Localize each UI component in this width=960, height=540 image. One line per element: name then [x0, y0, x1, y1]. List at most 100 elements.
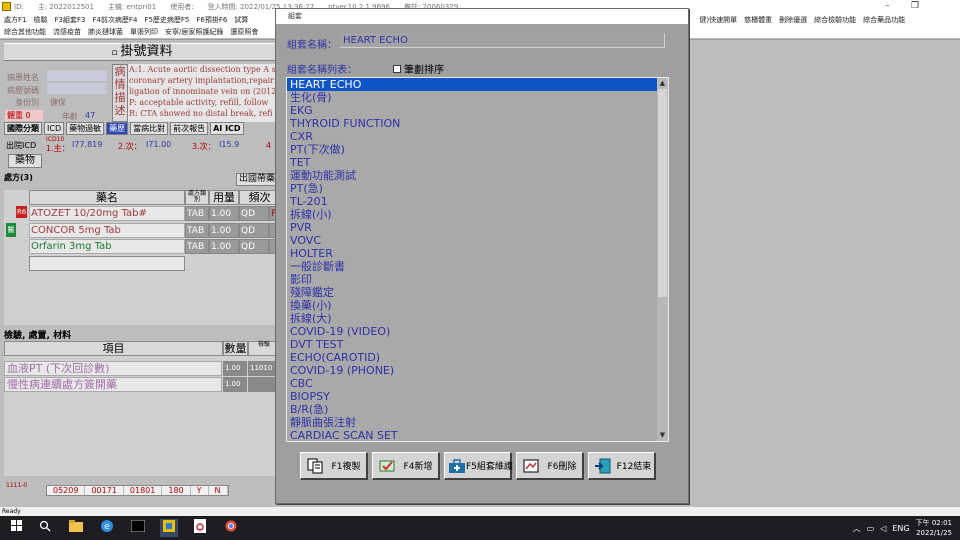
- tab-intl-class[interactable]: 國際分類: [4, 122, 42, 135]
- set-list[interactable]: HEART ECHO 生化(骨) EKG THYROID FUNCTION CXR PT(…: [286, 77, 669, 442]
- set-list-item[interactable]: VOVC: [287, 234, 658, 247]
- rx-drug-name[interactable]: ATOZET 10/20mg Tab#: [29, 206, 185, 221]
- set-list-item[interactable]: TET: [287, 156, 658, 169]
- rx-drug-name[interactable]: Orfarin 3mg Tab: [29, 239, 185, 254]
- add-button[interactable]: F4新增: [372, 452, 440, 480]
- set-list-item[interactable]: COVID-19 (PHONE): [287, 364, 658, 377]
- rx-dose[interactable]: 1.00: [209, 223, 239, 238]
- exam-item-name[interactable]: 慢性病連續處方簽開藥: [4, 377, 222, 392]
- set-list-item[interactable]: HOLTER: [287, 247, 658, 260]
- set-list-item[interactable]: 一般診斷書: [287, 260, 658, 273]
- menu-print[interactable]: 單張列印: [130, 27, 158, 37]
- exit-button[interactable]: F12結束: [588, 452, 656, 480]
- menu-weight[interactable]: 慈櫃體重: [744, 15, 772, 25]
- menu-prev-record[interactable]: F4前次病歷F4: [92, 15, 137, 25]
- set-list-item[interactable]: PT(下次做): [287, 143, 658, 156]
- scroll-down-icon[interactable]: ▼: [657, 430, 668, 441]
- rx-dose[interactable]: 1.00: [209, 206, 239, 221]
- set-list-item[interactable]: BIOPSY: [287, 390, 658, 403]
- menu-other-functions[interactable]: 綜合其他功能: [4, 27, 46, 37]
- set-list-item[interactable]: PVR: [287, 221, 658, 234]
- menu-flu-vaccine[interactable]: 流感疫苗: [53, 27, 81, 37]
- set-list-item[interactable]: CXR: [287, 130, 658, 143]
- set-list-item[interactable]: CARDIAC SCAN SET: [287, 429, 658, 441]
- set-list-item[interactable]: ECHO(CAROTID): [287, 351, 658, 364]
- set-list-item[interactable]: PT(急): [287, 182, 658, 195]
- start-icon[interactable]: [8, 519, 26, 537]
- rx-freq[interactable]: QD: [239, 223, 269, 238]
- network-icon[interactable]: ▭: [867, 524, 875, 533]
- set-list-item[interactable]: B/R(急): [287, 403, 658, 416]
- menu-pre-reg[interactable]: F6預掛F6: [196, 15, 227, 25]
- menu-calc[interactable]: 試算: [234, 15, 248, 25]
- abroad-meds-button[interactable]: 出國帶藥: [236, 173, 276, 186]
- exam-qty[interactable]: 1.00: [223, 361, 247, 376]
- chevron-up-icon[interactable]: ︿: [853, 523, 861, 534]
- menu-set[interactable]: F3組套F3: [54, 15, 85, 25]
- set-list-item[interactable]: DVT TEST: [287, 338, 658, 351]
- scroll-thumb[interactable]: [658, 89, 667, 297]
- icd-main-value[interactable]: I77.819: [72, 140, 102, 149]
- rx-row[interactable]: R6 ATOZET 10/20mg Tab# TAB 1.00 QD P: [4, 206, 280, 221]
- menu-rx[interactable]: 處方F1: [4, 15, 26, 25]
- edge-browser-icon[interactable]: e: [98, 519, 116, 537]
- file-explorer-icon[interactable]: [67, 519, 85, 537]
- exam-qty[interactable]: 1.00: [223, 377, 247, 392]
- tab-medication[interactable]: 藥物: [8, 154, 42, 168]
- menu-pneumococcus[interactable]: 肺炎鏈球菌: [88, 27, 123, 37]
- set-list-item[interactable]: 殘障鑑定: [287, 286, 658, 299]
- list-scrollbar[interactable]: ▲ ▼: [657, 78, 668, 441]
- tab-drug-history[interactable]: 藥歷: [106, 122, 129, 135]
- tab-ai-icd[interactable]: AI ICD: [210, 122, 244, 135]
- exam-row[interactable]: 血液PT (下次回診數) 1.00 11010: [4, 361, 280, 376]
- search-icon[interactable]: [36, 519, 54, 537]
- his-app-icon[interactable]: [160, 519, 178, 537]
- terminal-icon[interactable]: [129, 519, 147, 537]
- delete-button[interactable]: F6刪除: [516, 452, 584, 480]
- set-list-item[interactable]: 靜脈曲張注射: [287, 416, 658, 429]
- tab-compare[interactable]: 當病比對: [130, 122, 169, 135]
- menu-del-fav[interactable]: 刪除優選: [779, 15, 807, 25]
- icd-second-value[interactable]: I71.00: [146, 140, 171, 149]
- set-list-item[interactable]: 運動功能測試: [287, 169, 658, 182]
- menu-history[interactable]: F5歷史病歷F5: [144, 15, 189, 25]
- menu-lab[interactable]: 檢驗: [33, 15, 47, 25]
- set-list-item[interactable]: 換藥(小): [287, 299, 658, 312]
- menu-hospice[interactable]: 安寧/居家照護紀錄: [165, 27, 223, 37]
- checkbox-icon[interactable]: [393, 64, 401, 73]
- menu-restore-consult[interactable]: 還原照會: [230, 27, 258, 37]
- rx-row[interactable]: CONCOR 5mg Tab TAB 1.00 QD: [4, 223, 280, 238]
- tab-prev-report[interactable]: 前次報告: [170, 122, 209, 135]
- set-name-input[interactable]: [340, 33, 665, 48]
- rx-dose[interactable]: 1.00: [209, 239, 239, 254]
- rx-route[interactable]: TAB: [185, 239, 209, 254]
- minimize-button[interactable]: –: [885, 1, 890, 11]
- set-list-item[interactable]: TL-201: [287, 195, 658, 208]
- rx-drug-name[interactable]: CONCOR 5mg Tab: [29, 223, 185, 238]
- rx-freq[interactable]: QD: [239, 206, 269, 221]
- scroll-up-icon[interactable]: ▲: [657, 78, 668, 89]
- menu-drug-functions[interactable]: 綜合藥品功能: [863, 15, 905, 25]
- clock[interactable]: 下午 02:01 2022/1/25: [916, 518, 952, 538]
- icd-third-value[interactable]: I15.9: [219, 140, 239, 149]
- set-list-item[interactable]: HEART ECHO: [287, 78, 658, 91]
- set-list-item[interactable]: 拆線(小): [287, 208, 658, 221]
- tab-icd[interactable]: ICD: [44, 122, 65, 135]
- menu-quick-order[interactable]: 健)快速開單: [699, 15, 737, 25]
- set-list-item[interactable]: 拆線(大): [287, 312, 658, 325]
- menu-lab-functions[interactable]: 綜合檢驗功能: [814, 15, 856, 25]
- rx-row[interactable]: Orfarin 3mg Tab TAB 1.00 QD: [4, 239, 280, 254]
- pdf-reader-icon[interactable]: [191, 519, 209, 537]
- restore-button[interactable]: ❐: [911, 1, 919, 11]
- maintain-button[interactable]: F5組套維護: [444, 452, 513, 480]
- set-list-item[interactable]: EKG: [287, 104, 658, 117]
- language-indicator[interactable]: ENG: [892, 524, 909, 533]
- rx-freq[interactable]: QD: [239, 239, 269, 254]
- volume-icon[interactable]: ◁: [880, 524, 886, 533]
- stroke-sort-checkbox[interactable]: 筆劃排序: [393, 61, 444, 76]
- set-list-item[interactable]: 影印: [287, 273, 658, 286]
- chrome-icon[interactable]: [222, 519, 240, 537]
- exam-item-name[interactable]: 血液PT (下次回診數): [4, 361, 222, 376]
- set-list-item[interactable]: 生化(骨): [287, 91, 658, 104]
- tab-allergy[interactable]: 藥物過敏: [66, 122, 105, 135]
